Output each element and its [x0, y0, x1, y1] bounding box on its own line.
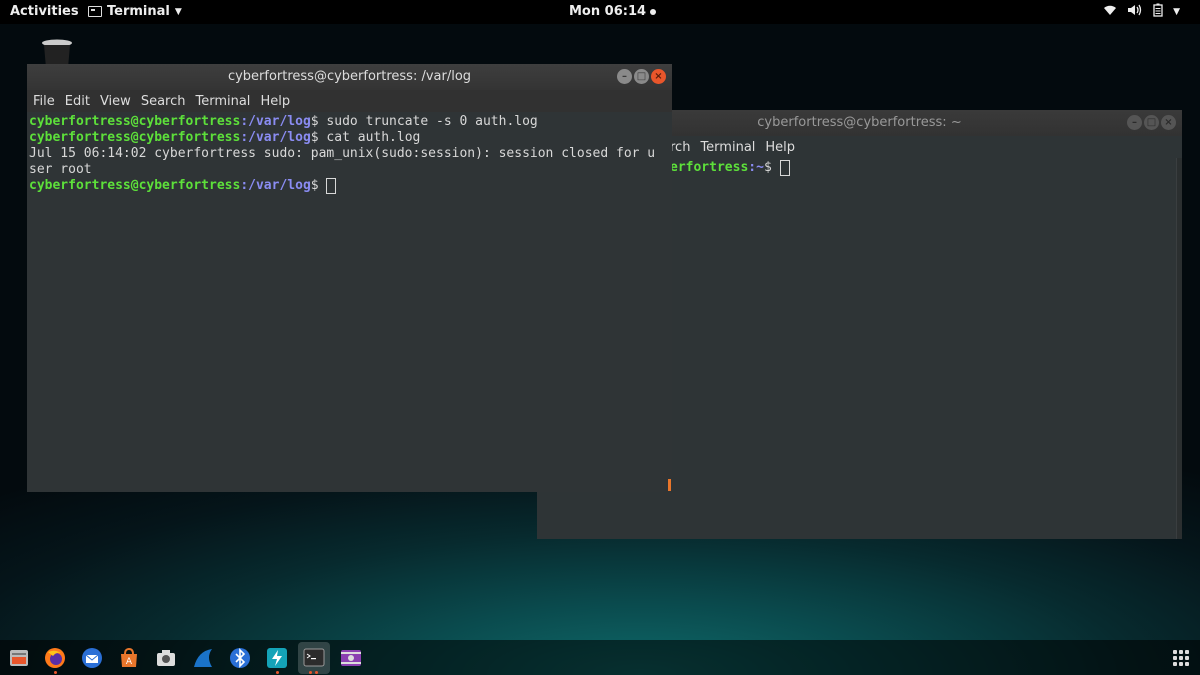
system-tray[interactable]: ▼ [1103, 3, 1180, 21]
menu-help[interactable]: Help [260, 94, 290, 109]
app-menu[interactable]: Terminal ▼ [88, 4, 182, 19]
terminal-icon [88, 6, 102, 17]
app-icon[interactable] [266, 647, 288, 674]
firefox-icon[interactable] [44, 647, 66, 674]
prompt-user: cyberfortress@cyberfortress [29, 114, 241, 129]
screenshot-icon[interactable] [155, 647, 177, 669]
bluetooth-app-icon[interactable] [229, 647, 251, 669]
command-text: $ sudo truncate -s 0 auth.log [310, 114, 538, 129]
app-menu-label: Terminal [107, 4, 170, 19]
prompt-path: :/var/log [240, 114, 311, 129]
prompt-path: :~ [748, 160, 764, 175]
command-text: $ cat auth.log [310, 130, 421, 145]
scrollbar[interactable] [1176, 158, 1182, 539]
menu-search[interactable]: rch [670, 140, 690, 155]
window-controls: – □ × [617, 69, 666, 84]
window-title: cyberfortress@cyberfortress: /var/log [227, 69, 472, 84]
menu-bar: File Edit View Search Terminal Help [27, 90, 672, 112]
clock-label: Mon 06:14 [569, 4, 647, 19]
video-icon[interactable] [340, 647, 362, 669]
terminal-line: ser root [29, 162, 92, 177]
prompt-user: cyberfortress@cyberfortress [29, 130, 241, 145]
wireshark-icon[interactable] [192, 647, 214, 669]
terminal-icon[interactable] [298, 642, 330, 674]
menu-terminal[interactable]: Terminal [700, 140, 755, 155]
software-icon[interactable]: A [118, 647, 140, 669]
files-icon[interactable] [8, 647, 30, 669]
maximize-icon[interactable]: □ [634, 69, 649, 84]
text-cursor [326, 178, 337, 194]
window-controls: – □ × [1127, 115, 1176, 130]
terminal-line: cyberfortress@cyberfortress:/var/log$ [29, 178, 670, 194]
chevron-down-icon: ▼ [174, 6, 182, 17]
top-bar: Activities Terminal ▼ Mon 06:14 ▼ [0, 0, 1200, 24]
minimize-icon[interactable]: – [617, 69, 632, 84]
window-titlebar[interactable]: cyberfortress@cyberfortress: /var/log – … [27, 64, 672, 90]
menu-edit[interactable]: Edit [65, 94, 90, 109]
minimize-icon[interactable]: – [1127, 115, 1142, 130]
chevron-down-icon: ▼ [1173, 7, 1180, 17]
prompt-symbol: $ [763, 160, 780, 175]
thunderbird-icon[interactable] [81, 647, 103, 669]
menu-view[interactable]: View [100, 94, 131, 109]
prompt-user: cyberfortress@cyberfortress [29, 178, 241, 193]
prompt-user: erfortress [670, 160, 749, 175]
terminal-line: cyberfortress@cyberfortress:/var/log$ ca… [29, 130, 670, 146]
close-icon[interactable]: × [651, 69, 666, 84]
show-applications-icon[interactable] [1173, 650, 1189, 666]
volume-icon [1127, 4, 1143, 20]
terminal-window-var-log[interactable]: cyberfortress@cyberfortress: /var/log – … [27, 64, 672, 492]
clock[interactable]: Mon 06:14 [569, 4, 657, 19]
battery-icon [1153, 3, 1163, 21]
menu-file[interactable]: File [33, 94, 55, 109]
svg-text:A: A [126, 657, 133, 667]
scrollbar[interactable] [668, 479, 671, 491]
wifi-icon [1103, 4, 1117, 20]
text-cursor [779, 160, 790, 176]
menu-terminal[interactable]: Terminal [195, 94, 250, 109]
notification-dot-icon [650, 8, 657, 15]
maximize-icon[interactable]: □ [1144, 115, 1159, 130]
command-text: $ [310, 178, 327, 193]
activities-button[interactable]: Activities [10, 4, 79, 19]
running-indicator [276, 671, 279, 674]
menu-search[interactable]: Search [141, 94, 186, 109]
prompt-path: :/var/log [240, 178, 311, 193]
terminal-line: Jul 15 06:14:02 cyberfortress sudo: pam_… [29, 146, 656, 161]
running-indicator [54, 671, 57, 674]
dock: A [0, 640, 1200, 675]
running-indicator [309, 671, 312, 674]
running-indicator [315, 671, 318, 674]
window-title: cyberfortress@cyberfortress: ~ [757, 115, 962, 130]
terminal-output[interactable]: cyberfortress@cyberfortress:/var/log$ su… [27, 112, 672, 196]
menu-help[interactable]: Help [765, 140, 795, 155]
terminal-line: cyberfortress@cyberfortress:/var/log$ su… [29, 114, 670, 130]
prompt-path: :/var/log [240, 130, 311, 145]
close-icon[interactable]: × [1161, 115, 1176, 130]
